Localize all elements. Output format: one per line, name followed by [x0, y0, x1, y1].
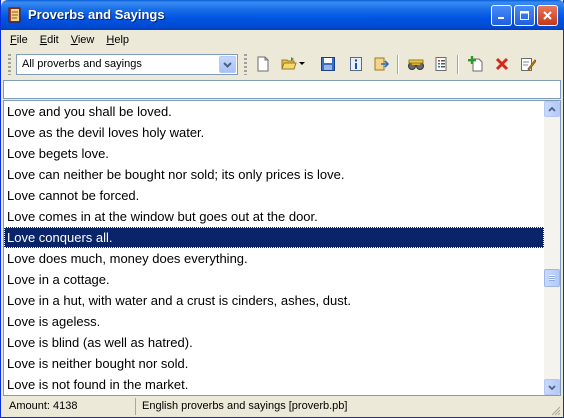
maximize-icon — [520, 11, 529, 20]
toolbar: All proverbs and sayings — [5, 51, 561, 78]
menu-view-label: iew — [77, 34, 95, 46]
delete-button[interactable] — [491, 53, 513, 75]
menu-edit[interactable]: Edit — [34, 31, 65, 49]
new-document-icon — [257, 56, 269, 72]
open-dropdown-button[interactable] — [296, 53, 308, 75]
edit-button[interactable] — [517, 53, 539, 75]
find-icon — [408, 59, 424, 70]
chevron-down-icon — [548, 384, 556, 390]
menu-file[interactable]: File — [4, 31, 34, 49]
search-input[interactable] — [3, 80, 561, 99]
collection-select-value: All proverbs and sayings — [22, 58, 142, 70]
export-button[interactable] — [370, 53, 392, 75]
list-item-selected[interactable]: Love conquers all. — [4, 227, 544, 248]
close-icon — [543, 11, 552, 20]
maximize-button[interactable] — [514, 5, 535, 26]
menu-edit-accel: E — [39, 34, 48, 46]
chevron-down-icon — [223, 61, 232, 68]
close-button[interactable] — [537, 5, 558, 26]
new-button[interactable] — [252, 53, 274, 75]
delete-icon — [495, 57, 509, 71]
list-item[interactable]: Love can neither be bought nor sold; its… — [4, 164, 544, 185]
menu-file-label: ile — [16, 34, 28, 46]
app-window: Proverbs and Sayings File Edit View Help… — [0, 0, 564, 418]
toolbar-grip[interactable] — [8, 54, 11, 75]
menu-help-label: elp — [114, 34, 130, 46]
menu-edit-label: dit — [47, 34, 59, 46]
list-icon — [435, 57, 447, 71]
collection-select[interactable]: All proverbs and sayings — [16, 54, 238, 75]
status-bar: Amount: 4138 English proverbs and saying… — [3, 397, 561, 416]
add-icon — [468, 56, 483, 72]
toolbar-grip-2[interactable] — [244, 54, 247, 75]
window-title: Proverbs and Sayings — [28, 7, 165, 22]
scroll-thumb[interactable] — [544, 269, 560, 287]
scroll-up-button[interactable] — [544, 101, 560, 117]
open-folder-icon — [281, 57, 297, 70]
list-item[interactable]: Love in a hut, with water and a crust is… — [4, 290, 544, 311]
menu-view-accel: V — [70, 34, 78, 46]
list-item[interactable]: Love does much, money does everything. — [4, 248, 544, 269]
book-icon[interactable] — [7, 7, 23, 23]
add-button[interactable] — [465, 53, 487, 75]
save-button[interactable] — [317, 53, 339, 75]
menu-bar: File Edit View Help — [4, 31, 135, 49]
list-item[interactable]: Love and you shall be loved. — [4, 101, 544, 122]
list-item[interactable]: Love is ageless. — [4, 311, 544, 332]
toolbar-separator-2 — [457, 55, 459, 74]
find-button[interactable] — [405, 53, 427, 75]
list-item[interactable]: Love is blind (as well as hatred). — [4, 332, 544, 353]
list-button[interactable] — [430, 53, 452, 75]
chevron-up-icon — [548, 106, 556, 112]
minimize-icon — [498, 17, 504, 19]
status-amount: Amount: 4138 — [9, 400, 78, 412]
edit-icon — [521, 58, 536, 71]
dropdown-button[interactable] — [219, 56, 236, 73]
minimize-button[interactable] — [491, 5, 512, 26]
menu-help[interactable]: Help — [100, 31, 135, 49]
list-item[interactable]: Love is neither bought nor sold. — [4, 353, 544, 374]
proverb-list[interactable]: Love and you shall be loved. Love as the… — [3, 100, 561, 396]
toolbar-separator — [397, 55, 399, 74]
vertical-scrollbar[interactable] — [544, 101, 560, 395]
list-item[interactable]: Love comes in at the window but goes out… — [4, 206, 544, 227]
list-item[interactable]: Love in a cottage. — [4, 269, 544, 290]
list-item[interactable]: Love cannot be forced. — [4, 185, 544, 206]
info-icon — [350, 57, 362, 71]
list-item[interactable]: Love is not found in the market. — [4, 374, 544, 395]
menu-view[interactable]: View — [65, 31, 101, 49]
save-icon — [321, 57, 335, 71]
info-button[interactable] — [345, 53, 367, 75]
scroll-down-button[interactable] — [544, 379, 560, 395]
list-item[interactable]: Love as the devil loves holy water. — [4, 122, 544, 143]
title-bar[interactable]: Proverbs and Sayings — [1, 0, 564, 30]
chevron-down-icon — [299, 62, 305, 65]
export-icon — [374, 57, 389, 71]
resize-grip-icon[interactable] — [549, 404, 561, 416]
status-collection: English proverbs and sayings [proverb.pb… — [135, 398, 547, 415]
list-item[interactable]: Love begets love. — [4, 143, 544, 164]
menu-file-accel: F — [10, 34, 17, 46]
